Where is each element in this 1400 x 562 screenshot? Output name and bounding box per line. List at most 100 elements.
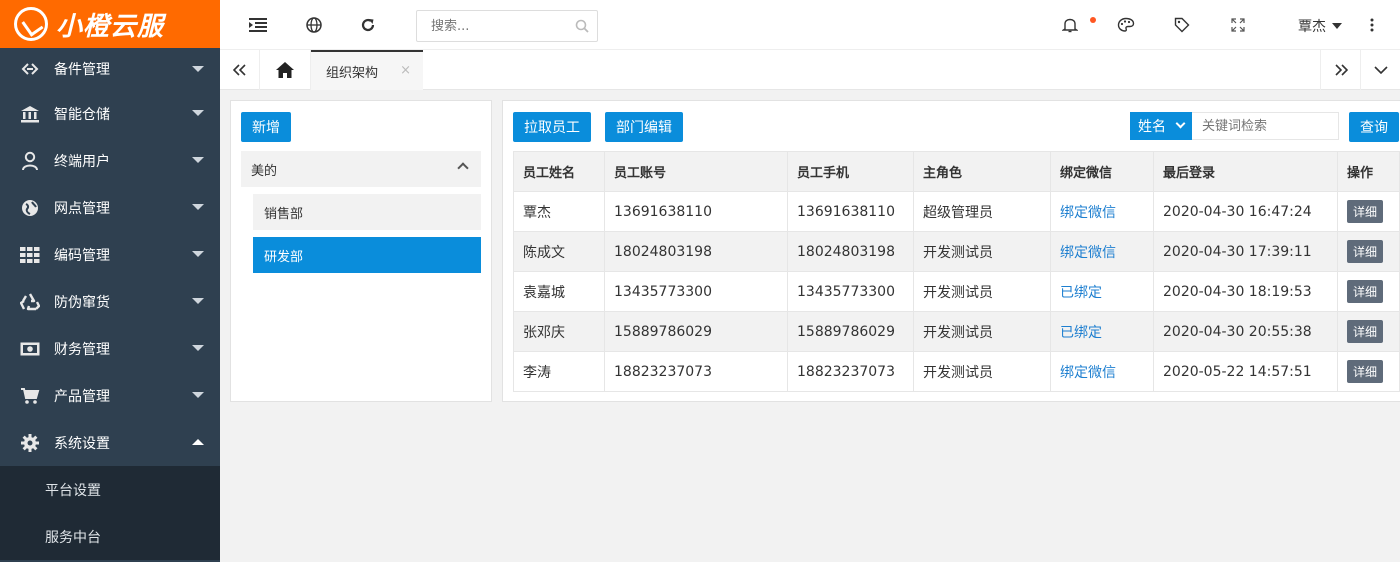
- tab-org-structure[interactable]: 组织架构 ×: [311, 50, 423, 90]
- cell-account: 13435773300: [604, 271, 788, 312]
- tabs-scroll-left-icon[interactable]: [220, 50, 260, 90]
- edit-department-button[interactable]: 部门编辑: [605, 112, 683, 142]
- fullscreen-icon[interactable]: [1228, 15, 1248, 35]
- department-node-rnd[interactable]: 研发部: [253, 237, 481, 273]
- bell-icon[interactable]: [1060, 15, 1080, 35]
- cell-last-login: 2020-04-30 20:55:38: [1153, 311, 1338, 352]
- cell-wechat-link[interactable]: 已绑定: [1050, 271, 1154, 312]
- table-row: 陈成文 18024803198 18024803198 开发测试员 绑定微信 2…: [513, 231, 1400, 272]
- table-header-row: 员工姓名 员工账号 员工手机 主角色 绑定微信 最后登录 操作: [513, 151, 1400, 192]
- cell-wechat-link[interactable]: 绑定微信: [1050, 351, 1154, 392]
- settings-submenu: 平台设置 服务中台: [0, 466, 220, 560]
- sidebar-item-label: 终端用户: [54, 153, 110, 170]
- chevron-up-icon: [192, 439, 204, 445]
- org-tree-panel: 新增 美的 销售部 研发部: [230, 100, 492, 402]
- close-icon[interactable]: ×: [400, 63, 411, 78]
- staff-panel: 拉取员工 部门编辑 姓名 查询 员工姓名 员工账号 员工手机 主角色 绑定微信 …: [502, 100, 1400, 402]
- sidebar-item-coding[interactable]: 编码管理: [0, 231, 220, 278]
- user-menu[interactable]: 覃杰: [1298, 16, 1342, 36]
- chevron-down-icon: [192, 251, 204, 257]
- column-header: 员工账号: [604, 151, 788, 192]
- cell-name: 李涛: [513, 351, 605, 392]
- sidebar-item-anticounterfeit[interactable]: 防伪窜货: [0, 278, 220, 325]
- brand-name: 小橙云服: [56, 11, 165, 42]
- menu-collapse-icon[interactable]: [248, 15, 268, 35]
- cell-phone: 18024803198: [787, 231, 914, 272]
- tabs-scroll-right-icon[interactable]: [1320, 50, 1360, 90]
- search-icon[interactable]: [575, 19, 589, 37]
- cell-phone: 13691638110: [787, 191, 914, 232]
- cell-wechat-link[interactable]: 已绑定: [1050, 311, 1154, 352]
- chevron-down-icon: [192, 66, 204, 72]
- department-node-sales[interactable]: 销售部: [253, 194, 481, 230]
- user-name: 覃杰: [1298, 19, 1326, 35]
- globe-icon[interactable]: [304, 15, 324, 35]
- grid-icon: [20, 245, 40, 265]
- refresh-icon[interactable]: [358, 15, 378, 35]
- sidebar-item-finance[interactable]: 财务管理: [0, 325, 220, 372]
- cell-wechat-link[interactable]: 绑定微信: [1050, 231, 1154, 272]
- detail-button[interactable]: 详细: [1347, 240, 1384, 263]
- recycle-icon: [20, 292, 40, 312]
- submenu-item-platform-settings[interactable]: 平台设置: [0, 466, 220, 513]
- sidebar-item-label: 备件管理: [54, 62, 110, 78]
- tab-label: 组织架构: [326, 65, 379, 81]
- column-header: 绑定微信: [1050, 151, 1154, 192]
- cell-last-login: 2020-04-30 18:19:53: [1153, 271, 1338, 312]
- sidebar-item-label: 智能仓储: [54, 106, 110, 123]
- query-button[interactable]: 查询: [1349, 112, 1399, 142]
- column-header: 操作: [1337, 151, 1400, 192]
- sidebar-item-outlets[interactable]: 网点管理: [0, 184, 220, 231]
- sidebar-menu: 备件管理 智能仓储 终端用户 网点管理 编码管理 防伪窜货 财务管理 产品管理 …: [0, 48, 220, 466]
- cell-role: 开发测试员: [913, 311, 1051, 352]
- detail-button[interactable]: 详细: [1347, 320, 1384, 343]
- brand-logo[interactable]: 小橙云服: [0, 0, 220, 48]
- cell-action: 详细: [1337, 191, 1400, 232]
- cell-action: 详细: [1337, 271, 1400, 312]
- cell-phone: 13435773300: [787, 271, 914, 312]
- sidebar-item-label: 编码管理: [54, 247, 110, 264]
- sidebar-item-products[interactable]: 产品管理: [0, 372, 220, 419]
- chevron-down-icon: [192, 204, 204, 210]
- org-root-node[interactable]: 美的: [241, 151, 481, 187]
- column-header: 主角色: [913, 151, 1051, 192]
- keyword-input[interactable]: [1192, 113, 1338, 139]
- submenu-item-service-center[interactable]: 服务中台: [0, 513, 220, 560]
- table-row: 张邓庆 15889786029 15889786029 开发测试员 已绑定 20…: [513, 311, 1400, 352]
- detail-button[interactable]: 详细: [1347, 280, 1384, 303]
- chevron-down-icon[interactable]: [1360, 50, 1400, 90]
- more-vertical-icon[interactable]: [1362, 15, 1382, 35]
- tabs-bar: 组织架构 ×: [220, 50, 1400, 90]
- chevron-down-icon: [1175, 118, 1186, 129]
- pull-staff-button[interactable]: 拉取员工: [513, 112, 591, 142]
- cell-role: 开发测试员: [913, 351, 1051, 392]
- sidebar-item-end-users[interactable]: 终端用户: [0, 137, 220, 184]
- cell-account: 18024803198: [604, 231, 788, 272]
- filter-field-select[interactable]: 姓名: [1130, 112, 1192, 140]
- search-box: [416, 10, 598, 42]
- chevron-down-icon: [192, 392, 204, 398]
- detail-button[interactable]: 详细: [1347, 200, 1384, 223]
- column-header: 最后登录: [1153, 151, 1338, 192]
- add-department-button[interactable]: 新增: [241, 112, 291, 142]
- cell-role: 开发测试员: [913, 271, 1051, 312]
- palette-icon[interactable]: [1116, 15, 1136, 35]
- tag-icon[interactable]: [1172, 15, 1192, 35]
- home-icon[interactable]: [260, 50, 311, 90]
- sidebar-item-system-settings[interactable]: 系统设置: [0, 419, 220, 466]
- globe-icon: [20, 198, 40, 218]
- detail-button[interactable]: 详细: [1347, 360, 1384, 383]
- table-row: 覃杰 13691638110 13691638110 超级管理员 绑定微信 20…: [513, 191, 1400, 232]
- sidebar-item-label: 网点管理: [54, 200, 110, 217]
- cart-icon: [20, 386, 40, 406]
- sidebar-item-warehouse[interactable]: 智能仓储: [0, 90, 220, 137]
- search-input[interactable]: [417, 11, 567, 41]
- chevron-down-icon: [192, 110, 204, 116]
- caret-down-icon: [1332, 23, 1342, 29]
- chevron-up-icon: [457, 162, 469, 174]
- cell-wechat-link[interactable]: 绑定微信: [1050, 191, 1154, 232]
- sidebar-item-parts[interactable]: 备件管理: [0, 48, 220, 90]
- column-header: 员工手机: [787, 151, 914, 192]
- gear-icon: [20, 433, 40, 453]
- filter-field-label: 姓名: [1138, 119, 1166, 135]
